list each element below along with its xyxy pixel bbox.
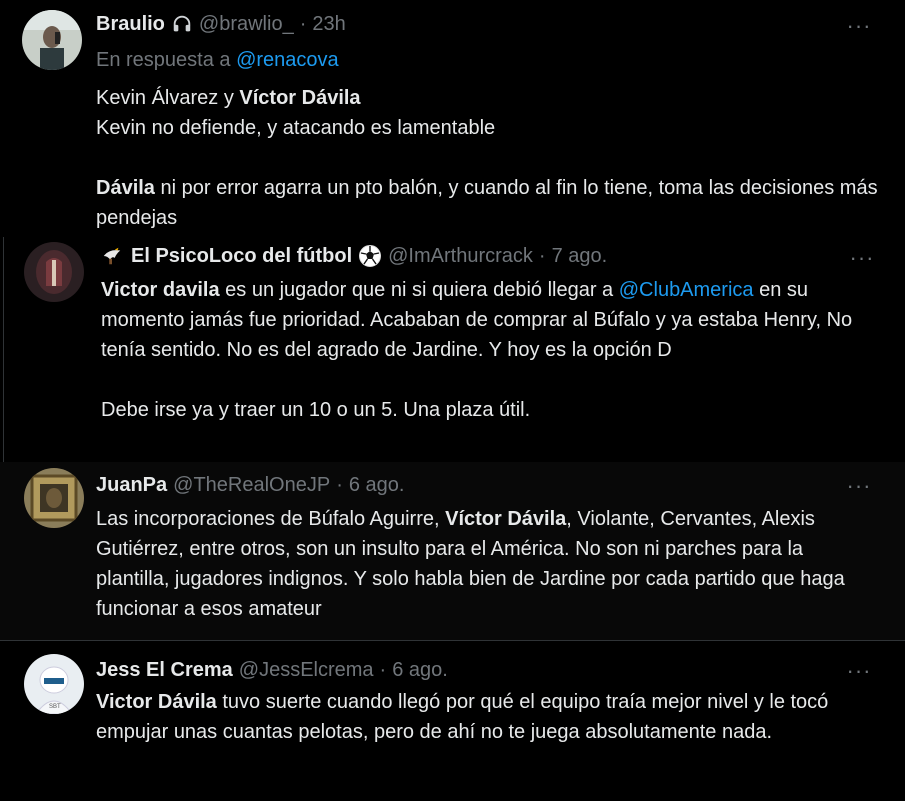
bold-text: Víctor Dávila [445, 508, 567, 530]
separator-dot: · [299, 13, 307, 35]
reply-prefix: En respuesta a [96, 49, 231, 71]
tweet-braulio[interactable]: Braulio @brawlio_ · 23h ··· En respuesta… [0, 0, 905, 237]
avatar[interactable] [24, 468, 84, 528]
text-line: Debe irse ya y traer un 10 o un 5. Una p… [101, 399, 531, 421]
svg-text:SBT: SBT [49, 704, 61, 710]
avatar[interactable] [24, 242, 84, 302]
bold-text: Victor Dávila [96, 691, 217, 713]
separator-dot: · [538, 245, 546, 267]
text-segment: Kevin Álvarez y [96, 87, 240, 109]
display-name[interactable]: El PsicoLoco del fútbol [131, 244, 352, 268]
soccer-ball-icon [358, 244, 382, 268]
user-handle[interactable]: @brawlio_ [199, 12, 294, 36]
tweet-psicoloco[interactable]: El PsicoLoco del fútbol @ImArthurcrack ·… [3, 237, 905, 462]
mention-link[interactable]: @ClubAmerica [619, 279, 754, 301]
tweet-text: Las incorporaciones de Búfalo Aguirre, V… [96, 504, 881, 624]
bold-text: Víctor Dávila [239, 87, 361, 109]
text-segment: es un jugador que ni si quiera debió lle… [219, 279, 619, 301]
tweet-jess[interactable]: SBT Jess El Crema @JessElcrema · 6 ago. … [0, 640, 905, 801]
more-options-icon[interactable]: ··· [847, 13, 871, 38]
avatar[interactable] [22, 10, 82, 70]
timestamp[interactable]: 7 ago. [552, 244, 608, 268]
user-handle[interactable]: @JessElcrema [239, 658, 374, 682]
text-segment: Las incorporaciones de Búfalo Aguirre, [96, 508, 446, 530]
user-handle[interactable]: @ImArthurcrack [388, 244, 533, 268]
separator-dot: · [336, 474, 343, 496]
eagle-icon [101, 245, 123, 267]
tweet-juanpa[interactable]: JuanPa @TheRealOneJP · 6 ago. ··· Las in… [0, 462, 905, 640]
more-options-icon[interactable]: ··· [850, 245, 874, 270]
reply-context: En respuesta a @renacova [96, 49, 339, 72]
more-options-icon[interactable]: ··· [847, 473, 871, 498]
tweet-text: Victor davila es un jugador que ni si qu… [101, 275, 881, 425]
timestamp[interactable]: 6 ago. [392, 658, 448, 682]
timestamp[interactable]: 6 ago. [349, 473, 405, 497]
bold-text: Victor davila [101, 279, 220, 301]
reply-mention-link[interactable]: @renacova [236, 49, 339, 71]
display-name[interactable]: Jess El Crema [96, 658, 233, 682]
display-name[interactable]: Braulio [96, 12, 165, 36]
user-handle[interactable]: @TheRealOneJP [173, 473, 330, 497]
bold-text: Dávila [96, 177, 155, 199]
text-segment: ni por error agarra un pto balón, y cuan… [96, 177, 878, 229]
tweet-text: Kevin Álvarez y Víctor Dávila Kevin no d… [96, 83, 881, 233]
text-line: Kevin no defiende, y atacando es lamenta… [96, 117, 496, 139]
display-name[interactable]: JuanPa [96, 473, 167, 497]
separator-dot: · [379, 659, 387, 681]
headphones-icon [171, 13, 193, 35]
more-options-icon[interactable]: ··· [847, 658, 871, 683]
avatar[interactable]: SBT [24, 654, 84, 714]
timestamp[interactable]: 23h [312, 12, 345, 36]
tweet-text: Victor Dávila tuvo suerte cuando llegó p… [96, 687, 881, 747]
